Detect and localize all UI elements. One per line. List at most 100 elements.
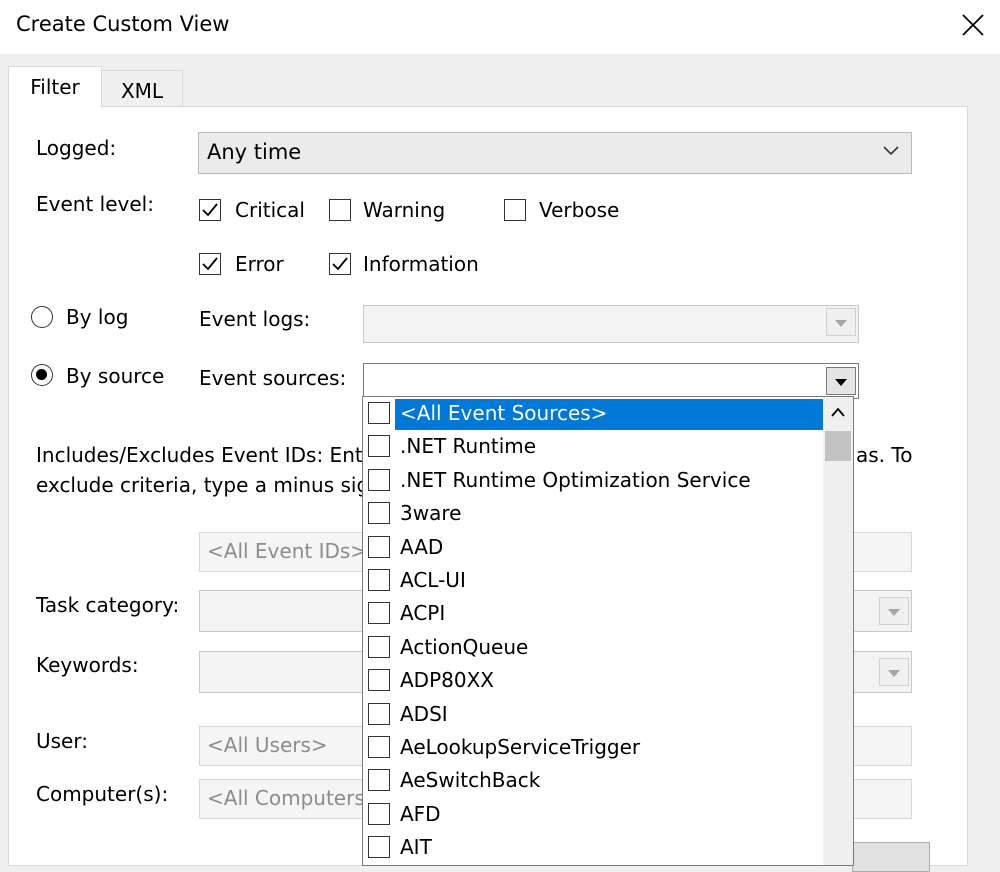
keywords-dropdown-button[interactable] [879, 658, 909, 686]
critical-checkbox[interactable] [199, 199, 221, 221]
by-log-radio[interactable] [31, 306, 53, 328]
tab-filter-label: Filter [30, 75, 80, 99]
tab-filter[interactable]: Filter [8, 66, 102, 108]
event-source-checkbox[interactable] [368, 402, 390, 424]
dropdown-arrow-icon [835, 320, 847, 327]
dialog-title: Create Custom View [16, 12, 230, 36]
logged-select[interactable]: Any time [198, 132, 912, 174]
verbose-checkbox[interactable] [504, 199, 526, 221]
dropdown-arrow-icon [888, 670, 900, 677]
information-checkbox[interactable] [329, 253, 351, 275]
scroll-up-button[interactable] [823, 397, 853, 429]
event-source-item[interactable]: AAD [363, 531, 821, 564]
event-source-label: ActionQueue [400, 634, 529, 659]
dropdown-arrow-icon [835, 379, 847, 386]
chevron-down-icon [883, 146, 899, 156]
event-source-label: ACL-UI [400, 568, 466, 592]
event-source-label: ADP80XX [400, 668, 494, 693]
clear-button[interactable] [852, 842, 930, 872]
event-source-label: AIT [400, 835, 432, 860]
event-source-item[interactable]: AFD [363, 798, 821, 831]
event-source-label: ACPI [400, 601, 446, 626]
event-source-checkbox[interactable] [368, 802, 390, 825]
tab-xml-label: XML [120, 79, 164, 103]
includes-text-line1-end: as. To [856, 443, 913, 467]
event-ids-placeholder: <All Event IDs> [207, 539, 368, 563]
user-label: User: [36, 729, 88, 753]
check-icon [202, 257, 218, 271]
chevron-up-icon [831, 407, 845, 417]
error-checkbox[interactable] [199, 253, 221, 275]
close-button[interactable] [948, 0, 1000, 52]
computers-label: Computer(s): [36, 782, 169, 806]
event-sources-label: Event sources: [199, 366, 347, 390]
event-source-item[interactable]: ADP80XX [363, 664, 821, 697]
warning-label: Warning [363, 198, 446, 222]
user-placeholder: <All Users> [207, 733, 328, 757]
computers-placeholder: <All Computers [207, 786, 365, 810]
event-source-checkbox[interactable] [368, 635, 390, 658]
event-source-item[interactable]: .NET Runtime [363, 430, 821, 463]
task-category-dropdown-button[interactable] [879, 597, 909, 625]
critical-label: Critical [235, 198, 305, 222]
event-source-label: AeSwitchBack [400, 768, 541, 793]
logged-label: Logged: [36, 136, 117, 160]
logged-value: Any time [207, 140, 302, 164]
event-source-checkbox[interactable] [368, 669, 390, 692]
title-bar: Create Custom View [0, 0, 1000, 54]
event-source-checkbox[interactable] [368, 535, 390, 558]
includes-text-line2: exclude criteria, type a minus sign [36, 473, 382, 497]
event-source-checkbox[interactable] [368, 702, 390, 725]
event-source-item[interactable]: ACPI [363, 597, 821, 630]
event-level-label: Event level: [36, 192, 154, 216]
scroll-thumb[interactable] [825, 431, 851, 461]
keywords-label: Keywords: [36, 653, 139, 677]
dropdown-arrow-icon [888, 609, 900, 616]
close-icon [962, 14, 984, 36]
check-icon [202, 203, 218, 217]
event-sources-dropdown-button[interactable] [826, 367, 856, 395]
event-source-checkbox[interactable] [368, 736, 390, 758]
event-source-label: 3ware [400, 501, 462, 526]
event-source-checkbox[interactable] [368, 569, 390, 591]
event-source-label: <All Event Sources> [400, 401, 608, 425]
event-source-item[interactable]: ADSI [363, 698, 821, 731]
verbose-label: Verbose [539, 198, 620, 222]
by-log-label: By log [66, 305, 129, 329]
event-source-item[interactable]: AeLookupServiceTrigger [363, 731, 821, 764]
tab-xml[interactable]: XML [101, 70, 183, 110]
dropdown-scrollbar[interactable] [823, 397, 853, 865]
event-source-item[interactable]: AeSwitchBack [363, 764, 821, 797]
event-source-item[interactable]: 3ware [363, 497, 821, 530]
event-source-checkbox[interactable] [368, 769, 390, 792]
by-source-label: By source [66, 364, 165, 388]
information-label: Information [363, 252, 479, 276]
event-source-checkbox[interactable] [368, 836, 390, 859]
event-logs-dropdown-button[interactable] [826, 308, 856, 336]
event-source-item[interactable]: <All Event Sources> [363, 397, 823, 430]
event-source-checkbox[interactable] [368, 502, 390, 525]
event-source-label: AeLookupServiceTrigger [400, 735, 641, 759]
event-source-checkbox[interactable] [368, 435, 390, 458]
event-source-checkbox[interactable] [368, 468, 390, 491]
event-source-label: .NET Runtime Optimization Service [400, 467, 751, 492]
event-source-item[interactable]: AIT [363, 831, 821, 864]
event-source-checkbox[interactable] [368, 602, 390, 625]
warning-checkbox[interactable] [329, 199, 351, 221]
error-label: Error [235, 252, 284, 276]
task-category-label: Task category: [36, 593, 180, 617]
event-source-item[interactable]: .NET Runtime Optimization Service [363, 464, 821, 497]
event-source-item[interactable]: ACL-UI [363, 564, 821, 597]
radio-selected-dot [36, 369, 47, 380]
event-source-label: AFD [400, 801, 441, 826]
by-source-radio[interactable] [31, 364, 53, 386]
event-source-label: .NET Runtime [400, 434, 537, 459]
event-sources-select[interactable] [363, 363, 859, 399]
includes-text-line1: Includes/Excludes Event IDs: Enter [36, 443, 384, 467]
event-source-item[interactable]: ActionQueue [363, 631, 821, 664]
event-source-label: AAD [400, 534, 444, 559]
event-sources-dropdown-list: <All Event Sources> .NET Runtime .NET Runt… [362, 396, 854, 866]
event-logs-label: Event logs: [199, 307, 311, 331]
event-logs-select[interactable] [363, 305, 859, 343]
event-source-label: ADSI [400, 701, 448, 726]
